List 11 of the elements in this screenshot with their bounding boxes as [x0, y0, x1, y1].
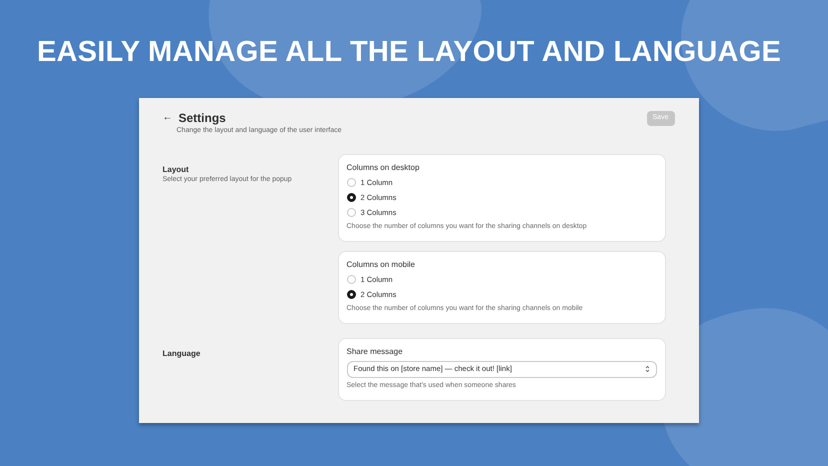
radio-button[interactable]	[346, 193, 356, 202]
radio-button[interactable]	[346, 290, 356, 299]
section-title: Layout	[162, 164, 190, 174]
card-label: Columns on mobile	[346, 258, 416, 270]
back-button[interactable]: ←	[162, 112, 172, 124]
page-title: Settings	[178, 110, 226, 126]
headline: EASILY MANAGE ALL THE LAYOUT AND LANGUAGE	[36, 35, 782, 70]
card-label: Columns on desktop	[346, 162, 420, 174]
card-label: Share message	[346, 346, 404, 358]
section-title: Language	[162, 348, 202, 358]
chevron-up-down-icon	[644, 365, 650, 373]
